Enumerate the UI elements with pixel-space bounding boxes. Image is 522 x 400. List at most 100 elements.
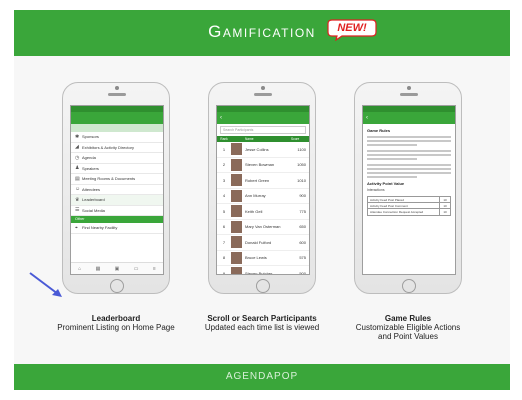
badge-icon: ✱ [75,133,80,140]
menu-item-label: Find Nearby Facility [82,225,118,231]
table-row[interactable]: 6 Mary Van Osterman 650 [217,220,309,235]
menu-banner [71,124,163,132]
avatar [231,143,242,156]
caption-title: Game Rules [384,314,432,323]
table-row[interactable]: 1 Jesse Collins 1100 [217,142,309,158]
home-icon[interactable]: ⌂ [78,266,81,272]
menu-item[interactable]: ◷ Agenda [71,153,163,164]
rank-cell: 2 [222,162,226,168]
table-row[interactable]: 4 Ann Murray 900 [217,189,309,204]
value-cell: 10 [443,197,447,202]
caption-subtitle: Customizable Eligible Actions [355,323,461,332]
caption-game-rules: Game Rules Customizable Eligible Actions… [323,314,493,341]
leaderboard-header: Rank Name Score [217,136,309,142]
caption-title: Scroll or Search Participants [207,314,317,323]
table-row[interactable]: 2 Steven Bowman 1050 [217,158,309,173]
app-bar: ‹ [217,112,309,124]
score-cell: 1050 [297,162,306,168]
menu-item[interactable]: ▤ Meeting Rooms & Documents [71,174,163,185]
app-bar [71,112,163,124]
person-icon: ♟ [75,165,80,172]
back-arrow-icon[interactable]: ‹ [366,112,368,124]
more-icon[interactable]: ≡ [153,266,156,272]
table-row[interactable]: 5 Keith Gell 775 [217,204,309,220]
text-line [367,157,418,160]
table-row[interactable]: 9 Steven Butcher 500 [217,266,309,275]
menu-item[interactable]: ♟ Speakers [71,164,163,174]
name-cell: Jesse Collins [245,146,269,152]
table-row: Attendee Connection Request Accepted 10 [368,208,450,215]
menu-item[interactable]: ✱ Sponsors [71,132,163,143]
caption-subtitle-2: and Point Values [378,332,438,341]
text-line [367,143,418,146]
text-line [367,167,451,170]
megaphone-icon: ◢ [75,144,79,151]
name-cell: Donald Fulford [245,239,272,245]
caption-participants: Scroll or Search Participants Updated ea… [177,314,347,332]
score-cell: 1100 [297,146,306,152]
score-cell: 900 [299,193,306,199]
menu-item[interactable]: ◢ Exhibitors & Activity Directory [71,143,163,153]
leaderboard-list: 1 Jesse Collins 1100 2 Steven Bowman 1050 3 Rob… [217,142,309,275]
score-cell: 650 [299,224,306,230]
calendar-icon[interactable]: ▣ [115,266,120,272]
name-cell: Keith Gell [245,208,263,214]
tab-bar: ⌂ ▦ ▣ ▭ ≡ [71,262,163,274]
menu-item-label: Speakers [82,165,99,171]
people-icon: ☺ [75,186,81,193]
text-line [367,153,451,156]
search-input[interactable]: Search Participants [220,126,306,134]
score-cell: 1010 [297,177,306,183]
menu-list: ✱ Sponsors ◢ Exhibitors & Activity Director… [71,132,163,216]
phone-game-rules: ‹ Game Rules Activity Point Value Intera… [354,82,462,294]
name-cell: Ann Murray [245,193,266,199]
rank-cell: 3 [222,177,226,183]
menu-item[interactable]: ☰ Social Media [71,206,163,216]
menu-section-header: Other [71,216,163,223]
content-stage: ✱ Sponsors ◢ Exhibitors & Activity Director… [14,56,510,364]
grid-icon[interactable]: ▦ [96,266,101,272]
avatar [231,189,242,202]
home-button[interactable] [110,279,124,293]
menu-item-find-nearby[interactable]: ⌖ Find Nearby Facility [71,223,163,234]
table-row[interactable]: 8 Bruce Lewis 575 [217,251,309,266]
name-cell: Robert Green [245,177,270,183]
table-row[interactable]: 3 Robert Green 1010 [217,173,309,189]
menu-item-label: Sponsors [82,134,99,140]
score-cell: 775 [299,208,306,214]
menu-item-label: Attendees [82,186,101,192]
trophy-icon: ♛ [75,196,80,203]
list-icon: ☰ [75,207,80,214]
rank-cell: 8 [222,255,226,261]
name-cell: Bruce Lewis [245,255,267,261]
back-arrow-icon[interactable]: ‹ [220,112,222,124]
caption-title: Leaderboard [91,314,141,323]
menu-item[interactable]: ♛ Leaderboard [71,195,163,206]
rules-heading: Game Rules [367,128,391,133]
score-cell: 500 [299,270,306,275]
menu-item-label: Agenda [82,155,96,161]
clock-icon: ◷ [75,154,80,161]
action-cell: Attendee Connection Request Accepted [368,208,440,215]
speaker-grille [254,93,272,96]
rules-content: Game Rules Activity Point Value Interact… [363,124,455,219]
text-line [367,135,451,138]
text-line [367,163,451,166]
home-button[interactable] [256,279,270,293]
arrow-icon [29,272,62,297]
home-button[interactable] [402,279,416,293]
table-row[interactable]: 7 Donald Fulford 600 [217,235,309,251]
camera-icon [261,86,265,90]
column-header-score: Score [291,137,300,141]
rank-cell: 6 [222,224,226,230]
action-cell: Activity Feed Post Placed [368,196,440,202]
chat-icon[interactable]: ▭ [134,266,139,272]
new-badge-label: NEW! [337,22,367,34]
column-header-name: Name [245,137,254,141]
rank-cell: 4 [222,193,226,199]
menu-item-label: Social Media [82,207,105,213]
menu-item[interactable]: ☺ Attendees [71,185,163,195]
value-cell: 10 [443,209,447,214]
rank-cell: 7 [222,239,226,245]
points-heading: Activity Point Value [367,180,405,186]
